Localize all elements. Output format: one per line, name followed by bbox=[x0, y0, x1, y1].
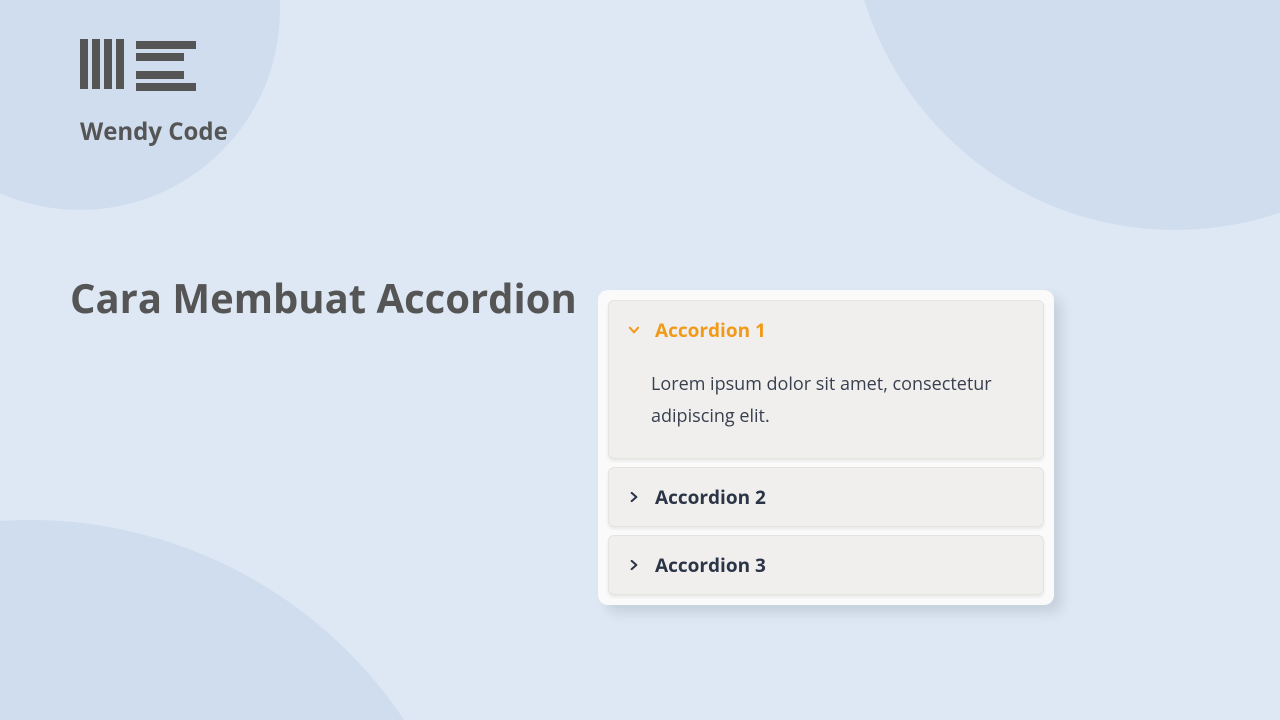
accordion-header-1[interactable]: Accordion 1 bbox=[609, 301, 1043, 359]
accordion-item-3: Accordion 3 bbox=[608, 535, 1044, 595]
accordion-label: Accordion 1 bbox=[655, 317, 766, 343]
accordion-item-1: Accordion 1 Lorem ipsum dolor sit amet, … bbox=[608, 300, 1044, 459]
brand-logo-icon bbox=[80, 35, 228, 97]
accordion-container: Accordion 1 Lorem ipsum dolor sit amet, … bbox=[598, 290, 1054, 605]
brand-name: Wendy Code bbox=[80, 115, 228, 148]
chevron-icon bbox=[627, 490, 641, 504]
bg-blob-top-right bbox=[850, 0, 1280, 230]
chevron-icon bbox=[627, 558, 641, 572]
chevron-icon bbox=[627, 323, 641, 337]
page-title: Cara Membuat Accordion bbox=[70, 270, 577, 325]
accordion-label: Accordion 2 bbox=[655, 484, 766, 510]
accordion-label: Accordion 3 bbox=[655, 552, 766, 578]
accordion-body-1: Lorem ipsum dolor sit amet, consectetur … bbox=[609, 359, 1043, 458]
brand: Wendy Code bbox=[80, 35, 228, 148]
accordion-header-2[interactable]: Accordion 2 bbox=[609, 468, 1043, 526]
accordion-header-3[interactable]: Accordion 3 bbox=[609, 536, 1043, 594]
bg-blob-bottom-left bbox=[0, 520, 480, 720]
accordion-item-2: Accordion 2 bbox=[608, 467, 1044, 527]
